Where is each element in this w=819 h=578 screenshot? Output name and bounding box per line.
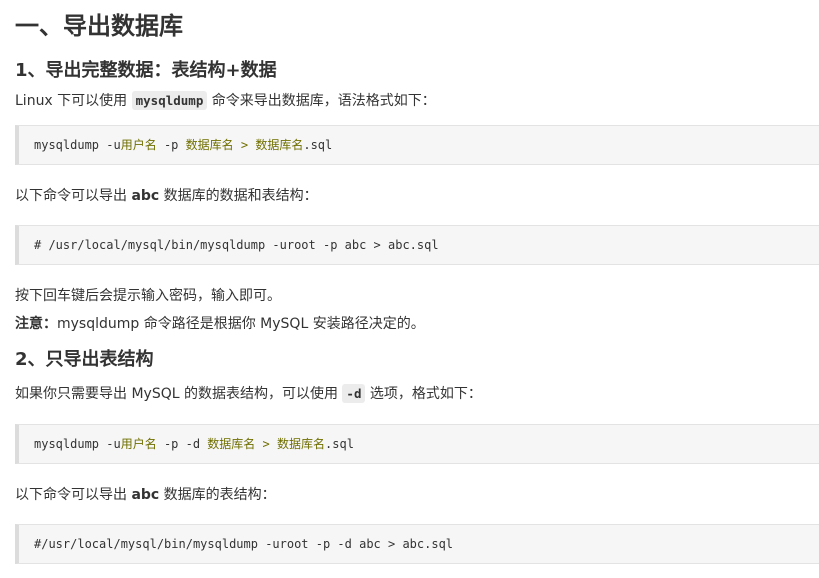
example-text: 以下命令可以导出 — [15, 487, 132, 503]
code-ext: .sql — [303, 138, 333, 152]
example-db-name: abc — [131, 188, 160, 204]
inline-code-d-option: -d — [342, 384, 366, 403]
section1-after-text: 按下回车键后会提示输入密码，输入即可。 — [15, 288, 281, 304]
section2-intro: 如果你只需要导出 MySQL 的数据表结构，可以使用 -d 选项，格式如下： — [15, 384, 482, 404]
code-line: mysqldump -u用户名 -p -d 数据库名 > 数据库名.sql — [34, 436, 354, 452]
code-db: 数据库名 — [207, 437, 256, 451]
code-block-syntax: mysqldump -u用户名 -p 数据库名 > 数据库名.sql — [15, 125, 819, 165]
section-heading-structure-only: 2、只导出表结构 — [15, 349, 154, 370]
code-cmd: mysqldump -u — [34, 138, 121, 152]
code-block-example-structure: #/usr/local/mysql/bin/mysqldump -uroot -… — [15, 524, 819, 564]
code-redirect: > — [233, 138, 256, 152]
page-title: 一、导出数据库 — [15, 12, 183, 40]
code-user: 用户名 — [120, 138, 157, 152]
code-opt: -p — [156, 138, 186, 152]
intro-text: Linux 下可以使用 — [15, 93, 132, 109]
intro-text: 如果你只需要导出 MySQL 的数据表结构，可以使用 — [15, 386, 343, 402]
note-label: 注意： — [15, 316, 57, 332]
note-text: mysqldump 命令路径是根据你 MySQL 安装路径决定的。 — [57, 316, 425, 332]
code-db: 数据库名 — [185, 138, 234, 152]
code-opt: -p -d — [156, 437, 208, 451]
intro-text-end: 命令来导出数据库，语法格式如下： — [207, 93, 436, 109]
section1-example-text: 以下命令可以导出 abc 数据库的数据和表结构： — [15, 186, 318, 206]
example-text-end: 数据库的数据和表结构： — [159, 188, 318, 204]
code-block-example-full: # /usr/local/mysql/bin/mysqldump -uroot … — [15, 225, 819, 265]
example-db-name: abc — [131, 487, 160, 503]
example-text: 以下命令可以导出 — [15, 188, 132, 204]
intro-text-end: 选项，格式如下： — [365, 386, 482, 402]
inline-code-mysqldump: mysqldump — [131, 91, 208, 110]
code-file: 数据库名 — [255, 138, 304, 152]
note-paragraph: 注意：mysqldump 命令路径是根据你 MySQL 安装路径决定的。 — [15, 314, 425, 334]
code-ext: .sql — [325, 437, 354, 451]
section2-example-text: 以下命令可以导出 abc 数据库的表结构： — [15, 485, 276, 505]
code-line: # /usr/local/mysql/bin/mysqldump -uroot … — [34, 238, 439, 252]
example-text-end: 数据库的表结构： — [159, 487, 276, 503]
section1-intro: Linux 下可以使用 mysqldump 命令来导出数据库，语法格式如下： — [15, 91, 436, 111]
code-line: mysqldump -u用户名 -p 数据库名 > 数据库名.sql — [34, 137, 332, 153]
section-heading-full-export: 1、导出完整数据：表结构+数据 — [15, 60, 277, 81]
code-user: 用户名 — [120, 437, 157, 451]
code-line: #/usr/local/mysql/bin/mysqldump -uroot -… — [34, 537, 454, 551]
code-block-syntax-structure: mysqldump -u用户名 -p -d 数据库名 > 数据库名.sql — [15, 424, 819, 464]
code-file: 数据库名 — [277, 437, 326, 451]
code-redirect: > — [255, 437, 277, 451]
code-cmd: mysqldump -u — [34, 437, 121, 451]
